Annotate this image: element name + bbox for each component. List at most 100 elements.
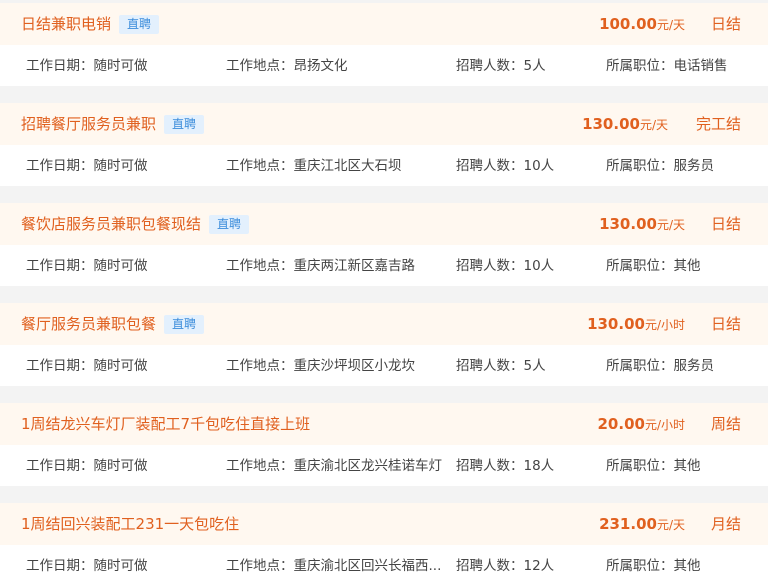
work-date-value: 随时可做 xyxy=(93,158,148,174)
job-title[interactable]: 招聘餐厅服务员兼职 直聘 xyxy=(21,114,205,134)
work-date-label: 工作日期： xyxy=(26,258,94,274)
job-title-text[interactable]: 1周结龙兴车灯厂装配工7千包吃住直接上班 xyxy=(21,415,310,433)
job-title[interactable]: 日结兼职电销 直聘 xyxy=(21,14,160,34)
job-position-label: 所属职位： xyxy=(606,58,674,74)
work-date: 工作日期：随时可做 xyxy=(26,157,148,175)
settlement-type: 周结 xyxy=(710,415,741,433)
salary: 130.00元/天 xyxy=(582,114,668,135)
job-card-header: 招聘餐厅服务员兼职 直聘 130.00元/天 完工结 xyxy=(0,103,768,145)
job-position: 所属职位：服务员 xyxy=(606,157,714,175)
work-location-value: 重庆渝北区龙兴桂诺车灯 xyxy=(293,458,443,474)
job-title[interactable]: 1周结回兴装配工231一天包吃住 xyxy=(21,514,239,534)
hire-count: 招聘人数：5人 xyxy=(456,357,546,375)
salary-amount: 130.00 xyxy=(587,315,645,333)
job-card[interactable]: 招聘餐厅服务员兼职 直聘 130.00元/天 完工结 工作日期：随时可做 工作地点… xyxy=(0,103,768,186)
hire-count: 招聘人数：18人 xyxy=(456,457,554,475)
direct-hire-badge: 直聘 xyxy=(164,115,205,134)
work-location-label: 工作地点： xyxy=(226,58,294,74)
work-date-value: 随时可做 xyxy=(93,558,148,574)
job-position: 所属职位：其他 xyxy=(606,557,701,575)
hire-count: 招聘人数：5人 xyxy=(456,57,546,75)
work-date-label: 工作日期： xyxy=(26,158,94,174)
job-details: 工作日期：随时可做 工作地点：重庆两江新区嘉吉路 招聘人数：10人 所属职位：其… xyxy=(0,245,768,286)
job-position-label: 所属职位： xyxy=(606,158,674,174)
work-date: 工作日期：随时可做 xyxy=(26,57,148,75)
settlement-type: 完工结 xyxy=(695,115,741,133)
job-details: 工作日期：随时可做 工作地点：重庆渝北区回兴长福西... 招聘人数：12人 所属… xyxy=(0,545,768,586)
hire-count-label: 招聘人数： xyxy=(456,458,524,474)
job-title[interactable]: 1周结龙兴车灯厂装配工7千包吃住直接上班 xyxy=(21,414,310,434)
salary-unit: 元/天 xyxy=(656,218,685,232)
hire-count-value: 12人 xyxy=(523,558,555,574)
hire-count-label: 招聘人数： xyxy=(456,58,524,74)
job-position-label: 所属职位： xyxy=(606,358,674,374)
job-card-header: 餐厅服务员兼职包餐 直聘 130.00元/小时 日结 xyxy=(0,303,768,345)
salary-unit: 元/天 xyxy=(656,18,685,32)
settlement-type: 月结 xyxy=(710,515,741,533)
job-card-header: 1周结龙兴车灯厂装配工7千包吃住直接上班 20.00元/小时 周结 xyxy=(0,403,768,445)
salary: 20.00元/小时 xyxy=(598,414,686,435)
job-details: 工作日期：随时可做 工作地点：重庆沙坪坝区小龙坎 招聘人数：5人 所属职位：服务… xyxy=(0,345,768,386)
job-details: 工作日期：随时可做 工作地点：重庆江北区大石坝 招聘人数：10人 所属职位：服务… xyxy=(0,145,768,186)
job-title[interactable]: 餐厅服务员兼职包餐 直聘 xyxy=(21,314,205,334)
work-location-label: 工作地点： xyxy=(226,158,294,174)
work-location-label: 工作地点： xyxy=(226,458,294,474)
job-position: 所属职位：其他 xyxy=(606,457,701,475)
settlement-type: 日结 xyxy=(710,15,741,33)
job-card[interactable]: 1周结回兴装配工231一天包吃住 231.00元/天 月结 工作日期：随时可做 … xyxy=(0,503,768,586)
hire-count-value: 10人 xyxy=(523,258,555,274)
job-title-text[interactable]: 餐厅服务员兼职包餐 xyxy=(21,315,156,333)
job-position: 所属职位：电话销售 xyxy=(606,57,728,75)
salary-amount: 130.00 xyxy=(599,215,657,233)
job-card[interactable]: 餐饮店服务员兼职包餐现结 直聘 130.00元/天 日结 工作日期：随时可做 工作… xyxy=(0,203,768,286)
salary: 231.00元/天 xyxy=(599,514,685,535)
job-card[interactable]: 日结兼职电销 直聘 100.00元/天 日结 工作日期：随时可做 工作地点：昂扬文… xyxy=(0,3,768,86)
work-location: 工作地点：重庆两江新区嘉吉路 xyxy=(226,257,415,275)
work-location-value: 重庆沙坪坝区小龙坎 xyxy=(293,358,416,374)
work-location-label: 工作地点： xyxy=(226,358,294,374)
direct-hire-badge: 直聘 xyxy=(164,315,205,334)
job-details: 工作日期：随时可做 工作地点：重庆渝北区龙兴桂诺车灯 招聘人数：18人 所属职位… xyxy=(0,445,768,486)
job-title-text[interactable]: 招聘餐厅服务员兼职 xyxy=(21,115,156,133)
work-date: 工作日期：随时可做 xyxy=(26,557,148,575)
work-date-value: 随时可做 xyxy=(93,58,148,74)
work-location-label: 工作地点： xyxy=(226,258,294,274)
hire-count-label: 招聘人数： xyxy=(456,258,524,274)
hire-count-label: 招聘人数： xyxy=(456,558,524,574)
hire-count-value: 18人 xyxy=(523,458,555,474)
job-position-value: 服务员 xyxy=(673,158,715,174)
work-location: 工作地点：昂扬文化 xyxy=(226,57,348,75)
job-title[interactable]: 餐饮店服务员兼职包餐现结 直聘 xyxy=(21,214,250,234)
work-date: 工作日期：随时可做 xyxy=(26,257,148,275)
job-position-label: 所属职位： xyxy=(606,558,674,574)
job-position-value: 其他 xyxy=(673,258,701,274)
work-location: 工作地点：重庆江北区大石坝 xyxy=(226,157,402,175)
work-date: 工作日期：随时可做 xyxy=(26,457,148,475)
salary-amount: 100.00 xyxy=(599,15,657,33)
work-date-value: 随时可做 xyxy=(93,458,148,474)
work-location-value: 重庆渝北区回兴长福西... xyxy=(293,558,442,574)
work-location-label: 工作地点： xyxy=(226,558,294,574)
salary-amount: 20.00 xyxy=(597,415,645,433)
job-position: 所属职位：服务员 xyxy=(606,357,714,375)
salary-unit: 元/天 xyxy=(639,118,668,132)
job-title-text[interactable]: 1周结回兴装配工231一天包吃住 xyxy=(21,515,239,533)
job-title-text[interactable]: 餐饮店服务员兼职包餐现结 xyxy=(21,215,201,233)
work-date-label: 工作日期： xyxy=(26,558,94,574)
salary-unit: 元/天 xyxy=(656,518,685,532)
work-date-label: 工作日期： xyxy=(26,358,94,374)
hire-count: 招聘人数：12人 xyxy=(456,557,554,575)
settlement-type: 日结 xyxy=(710,315,741,333)
job-card[interactable]: 餐厅服务员兼职包餐 直聘 130.00元/小时 日结 工作日期：随时可做 工作地点… xyxy=(0,303,768,386)
job-card[interactable]: 1周结龙兴车灯厂装配工7千包吃住直接上班 20.00元/小时 周结 工作日期：随… xyxy=(0,403,768,486)
job-position-label: 所属职位： xyxy=(606,458,674,474)
salary: 100.00元/天 xyxy=(599,14,685,35)
work-location-value: 昂扬文化 xyxy=(293,58,348,74)
salary-unit: 元/小时 xyxy=(644,318,685,332)
work-date: 工作日期：随时可做 xyxy=(26,357,148,375)
job-title-text[interactable]: 日结兼职电销 xyxy=(21,15,111,33)
work-date-value: 随时可做 xyxy=(93,358,148,374)
salary: 130.00元/小时 xyxy=(587,314,685,335)
job-position-value: 电话销售 xyxy=(673,58,728,74)
job-position-value: 其他 xyxy=(673,458,701,474)
